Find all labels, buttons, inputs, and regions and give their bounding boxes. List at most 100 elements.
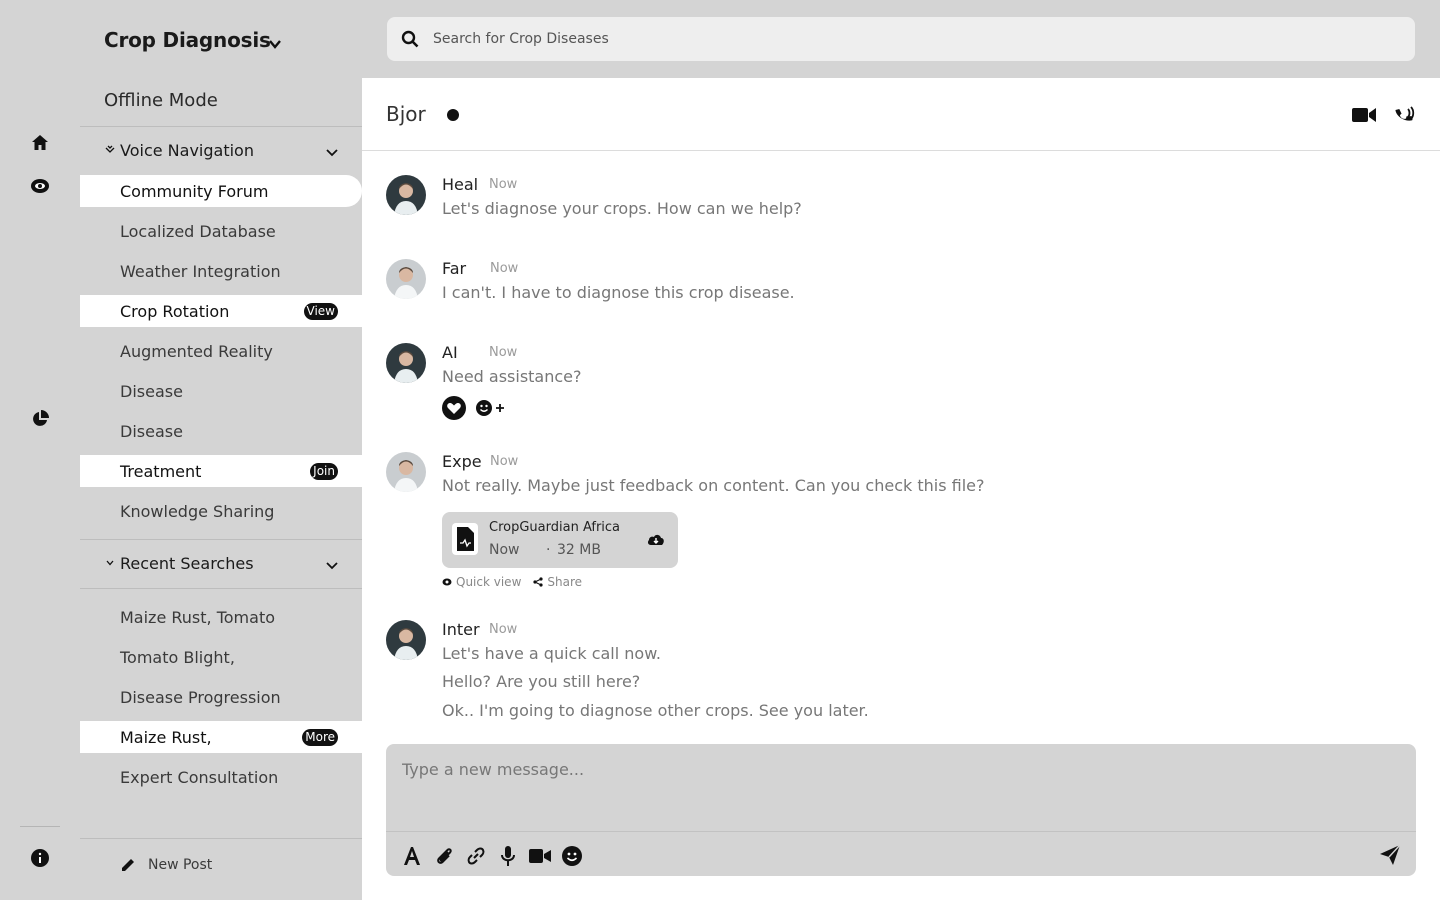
new-post-label: New Post (148, 857, 213, 873)
chevron-down-icon (102, 560, 118, 566)
nav-item-weather-integration[interactable]: Weather Integration (80, 255, 362, 287)
divider (80, 588, 362, 589)
timestamp: Now (490, 261, 519, 276)
nav-item-community-forum[interactable]: Community Forum (80, 175, 362, 207)
brand[interactable]: Crop Diagnosis (104, 26, 281, 54)
avatar[interactable] (386, 259, 426, 299)
message-text: Let's have a quick call now. (442, 644, 661, 663)
nav-item-localized-database[interactable]: Localized Database (80, 215, 362, 247)
message-input[interactable] (402, 760, 1392, 810)
message-composer (386, 744, 1416, 876)
recent-item-label: Tomato Blight, (120, 647, 235, 667)
nav-item-treatment[interactable]: Treatment Join (80, 455, 362, 487)
divider (80, 126, 362, 127)
recent-item-label: Maize Rust, (120, 727, 212, 747)
voice-navigation-header[interactable]: Voice Navigation (80, 138, 362, 162)
nav-item-disease[interactable]: Disease (80, 375, 362, 407)
brand-title: Crop Diagnosis (104, 28, 271, 52)
message-text: I can't. I have to diagnose this crop di… (442, 283, 795, 302)
recent-searches-label: Recent Searches (120, 553, 254, 573)
file-name: CropGuardian Africa (489, 520, 621, 535)
quick-view-label: Quick view (456, 575, 522, 589)
chat-panel: Bjor Heal Now Let's diagnose your crops.… (362, 78, 1440, 900)
join-badge[interactable]: Join (310, 463, 338, 480)
timestamp: Now (489, 177, 518, 192)
home-icon[interactable] (30, 132, 50, 152)
emoji-icon[interactable] (560, 844, 584, 868)
heart-reaction-icon[interactable] (442, 396, 466, 420)
nav-item-label: Weather Integration (120, 261, 281, 281)
search-icon (401, 30, 419, 48)
search-input[interactable] (433, 31, 1333, 47)
paperclip-icon[interactable] (432, 844, 456, 868)
icon-rail (0, 0, 80, 900)
recent-item-label: Maize Rust, Tomato (120, 607, 275, 627)
nav-item-label: Knowledge Sharing (120, 501, 275, 521)
nav-item-label: Community Forum (120, 181, 269, 201)
nav-item-label: Augmented Reality (120, 341, 273, 361)
message-text: Need assistance? (442, 367, 582, 386)
phone-call-icon[interactable] (1392, 104, 1416, 126)
share-icon (533, 577, 543, 587)
recent-item-label: Disease Progression (120, 687, 281, 707)
text-format-icon[interactable] (400, 844, 424, 868)
video-call-icon[interactable] (1352, 104, 1376, 126)
file-actions: Quick view Share (442, 575, 594, 589)
video-icon[interactable] (528, 844, 552, 868)
nav-item-disease[interactable]: Disease (80, 415, 362, 447)
file-time: Now (489, 542, 520, 558)
file-size: 32 MB (557, 542, 601, 558)
recent-item[interactable]: Tomato Blight, (80, 641, 362, 673)
chat-title: Bjor (386, 102, 426, 126)
nav-item-label: Crop Rotation (120, 301, 230, 321)
view-badge[interactable]: View (303, 303, 338, 320)
nav-item-knowledge-sharing[interactable]: Knowledge Sharing (80, 495, 362, 527)
sidebar: Crop Diagnosis Offline Mode Voice Naviga… (80, 0, 362, 900)
recent-item[interactable]: Expert Consultation (80, 761, 362, 793)
nav-item-label: Disease (120, 381, 183, 401)
sender-name: AI (442, 343, 458, 362)
avatar[interactable] (386, 452, 426, 492)
nav-item-crop-rotation[interactable]: Crop Rotation View (80, 295, 362, 327)
cloud-download-icon[interactable] (647, 531, 665, 549)
status-dot (447, 109, 459, 121)
quick-view-link[interactable]: Quick view (442, 575, 521, 589)
sender-name: Heal (442, 175, 479, 194)
document-icon (452, 523, 478, 555)
divider (386, 831, 1416, 832)
avatar[interactable] (386, 343, 426, 383)
recent-searches-header[interactable]: Recent Searches (80, 551, 362, 575)
timestamp: Now (489, 345, 518, 360)
search-bar (387, 17, 1415, 61)
file-attachment[interactable]: CropGuardian Africa Now · 32 MB (442, 512, 678, 568)
link-icon[interactable] (464, 844, 488, 868)
divider (80, 539, 362, 540)
voice-navigation-label: Voice Navigation (120, 140, 254, 160)
offline-mode[interactable]: Offline Mode (104, 90, 218, 111)
sender-name: Expe (442, 452, 482, 471)
message-text: Hello? Are you still here? (442, 672, 641, 691)
recent-item-label: Expert Consultation (120, 767, 279, 787)
recent-item[interactable]: Disease Progression (80, 681, 362, 713)
chevron-down-icon (326, 555, 338, 574)
nav-item-augmented-reality[interactable]: Augmented Reality (80, 335, 362, 367)
rail-divider (20, 826, 60, 827)
share-link[interactable]: Share (533, 575, 582, 589)
send-icon[interactable] (1378, 843, 1402, 867)
new-post-button[interactable]: New Post (120, 857, 212, 873)
timestamp: Now (490, 454, 519, 469)
avatar[interactable] (386, 620, 426, 660)
microphone-icon[interactable] (496, 844, 520, 868)
eye-icon[interactable] (30, 176, 50, 196)
more-badge[interactable]: More (302, 729, 338, 746)
recent-item[interactable]: Maize Rust, More (80, 721, 362, 753)
add-reaction-icon[interactable] (476, 398, 506, 418)
recent-item[interactable]: Maize Rust, Tomato (80, 601, 362, 633)
avatar[interactable] (386, 175, 426, 215)
pencil-icon (120, 857, 136, 873)
sender-name: Inter (442, 620, 480, 639)
separator-dot: · (546, 542, 551, 558)
pie-chart-icon[interactable] (30, 409, 50, 429)
info-icon[interactable] (30, 848, 50, 868)
nav-item-label: Disease (120, 421, 183, 441)
